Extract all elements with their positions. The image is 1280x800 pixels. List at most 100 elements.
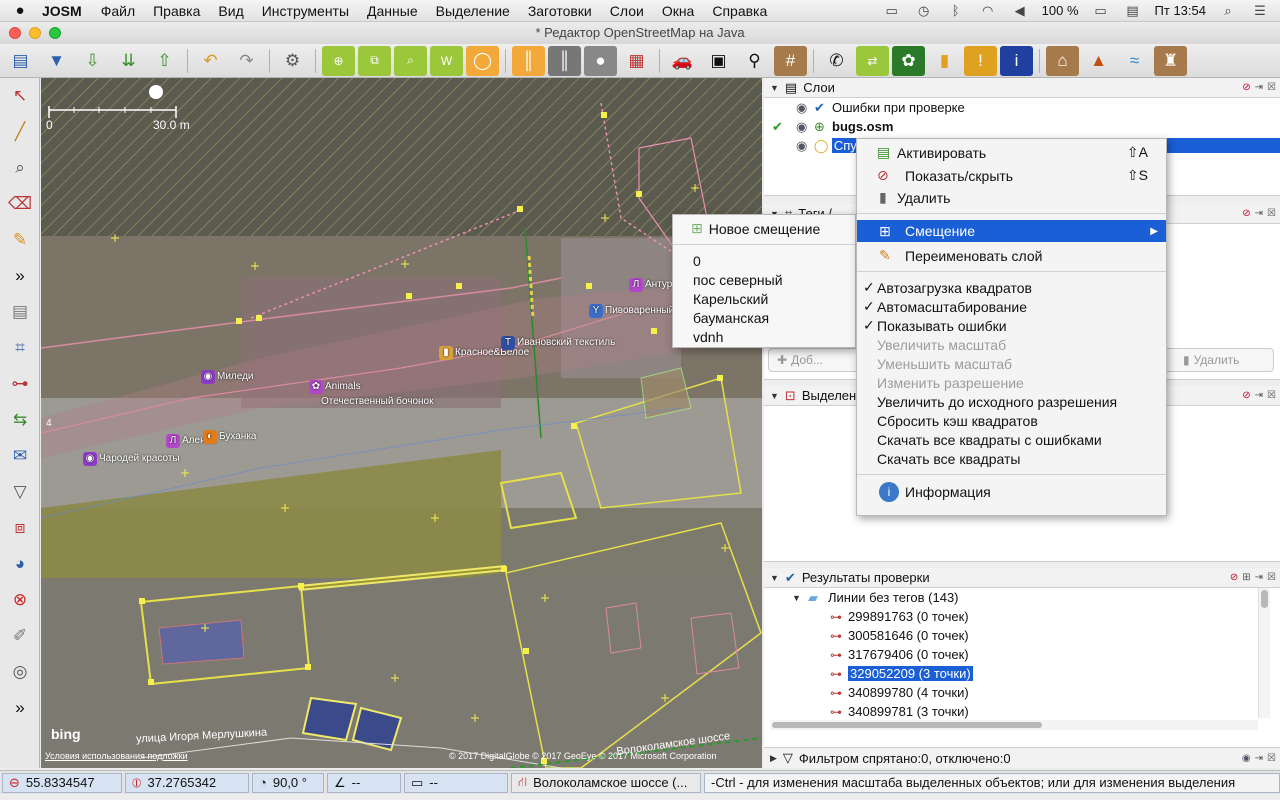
horizontal-scrollbar[interactable] [770,720,1258,730]
menu-item-show-hide[interactable]: ⊘ Показать/скрыть ⇧S [857,166,1166,185]
detach-panel-icon[interactable]: ⇥ [1255,208,1263,219]
traffic-icon[interactable]: ⇄ [856,45,889,76]
validation-item[interactable]: ⊶ 340899780 (4 точки) [764,683,1280,702]
menu-file[interactable]: Файл [92,3,144,19]
delete-tag-button[interactable]: ▮ Удалить [1164,348,1274,372]
poi-bochonok[interactable]: Отечественный бочонок [321,396,434,407]
download-icon[interactable]: ⇩ [76,46,109,76]
layer-row[interactable]: ◉ ✔ Ошибки при проверке [764,98,1280,117]
visibility-eye-icon[interactable]: ◉ [796,138,814,154]
open-icon[interactable]: ▤ [4,46,37,76]
display-icon[interactable]: ▭ [882,3,902,19]
menu-item-activate[interactable]: ▤ Активировать ⇧A [857,143,1166,162]
water-icon[interactable]: ≈ [1118,46,1151,76]
visibility-eye-icon[interactable]: ◉ [1242,753,1251,764]
upload-icon[interactable]: ⇧ [148,46,181,76]
expand-icon[interactable]: ▶ [770,753,777,764]
close-panel-icon[interactable]: ☒ [1267,208,1276,219]
highway-icon[interactable]: ║ [512,45,545,76]
menu-item-load-error-tiles[interactable]: Скачать все квадраты с ошибками [857,430,1166,449]
validation-item[interactable]: ⊶ 340899781 (3 точки) [764,702,1280,721]
collapse-icon[interactable]: ▼ [770,573,779,583]
distance-field[interactable]: ▭ -- [404,772,508,793]
validation-item[interactable]: ⊶ 317679406 (0 точек) [764,645,1280,664]
menu-item-delete[interactable]: ▮ Удалить [857,188,1166,207]
offset-item[interactable]: Карельский [673,289,855,308]
railway-icon[interactable]: ║ [548,45,581,76]
maximize-panel-icon[interactable]: ⊞ [1242,572,1250,583]
map-view[interactable]: 0 30.0 m 4 ◉ Миледи Л Аленка ◐ Буханка ◉ Чар… [41,78,762,768]
wifi-icon[interactable]: ◠ [978,3,998,19]
commands-icon[interactable]: ⇆ [2,402,38,438]
undo-icon[interactable]: ↶ [194,46,227,76]
apple-menu-icon[interactable]: ● [0,2,40,19]
menu-help[interactable]: Справка [703,3,776,19]
close-panel-icon[interactable]: ☒ [1267,572,1276,583]
close-panel-icon[interactable]: ☒ [1267,82,1276,93]
add-tag-button[interactable]: ✚ Доб... [768,348,864,372]
close-panel-icon[interactable]: ☒ [1267,753,1276,764]
marker-icon[interactable]: ⊗ [2,582,38,618]
close-window-button[interactable] [9,27,21,39]
offset-item[interactable]: пос северный [673,270,855,289]
menu-item-flush-cache[interactable]: Сбросить кэш квадратов [857,411,1166,430]
menu-item-show-errors[interactable]: ✓ Показывать ошибки [857,316,1166,335]
new-offset-item[interactable]: ⊞ Новое смещение [673,219,855,238]
validation-item[interactable]: ⊶ 300581646 (0 точек) [764,626,1280,645]
shopping-icon[interactable]: ▮ [928,46,961,76]
menu-data[interactable]: Данные [358,3,427,19]
bus-icon[interactable]: ▣ [702,46,735,76]
validation-panel-header[interactable]: ▼ ✔ Результаты проверки ⊘ ⊞ ⇥ ☒ [764,568,1280,588]
collapse-icon[interactable]: ▼ [770,83,779,93]
layers-panel-header[interactable]: ▼ ▤ Слои ⊘ ⇥ ☒ [764,78,1280,98]
pencil-tool-icon[interactable]: ✎ [2,222,38,258]
menu-tools[interactable]: Инструменты [253,3,358,19]
poi-bukhanka[interactable]: ◐ Буханка [203,430,256,444]
info-icon[interactable]: i [1000,45,1033,76]
tag-icon[interactable]: ⌗ [2,330,38,366]
menu-item-offset[interactable]: ⊞ Смещение ▶ [857,220,1166,242]
poi-charodey[interactable]: ◉ Чародей красоты [83,452,180,466]
validation-group[interactable]: ▼ ▰ Линии без тегов (143) [764,588,1280,607]
layer-list-icon[interactable]: ▤ [2,294,38,330]
download-area-icon[interactable]: ⇊ [112,46,145,76]
angle-field[interactable]: ∠ -- [327,772,401,793]
hide-panel-icon[interactable]: ⊘ [1242,390,1250,401]
zoom-tool-icon[interactable]: ⌕ [2,150,38,186]
detach-panel-icon[interactable]: ⇥ [1255,572,1263,583]
industry-icon[interactable]: ⌂ [1046,45,1079,76]
detach-panel-icon[interactable]: ⇥ [1255,753,1263,764]
filter-panel-header[interactable]: ▶ ▽ Фильтром спрятано:0, отключено:0 ◉ ⇥ ☒ [764,748,1280,768]
flag-icon[interactable]: ▤ [1123,3,1143,19]
zoom-icon[interactable]: ⌕ [394,45,427,76]
copy-icon[interactable]: ⧉ [358,45,391,76]
validation-item[interactable]: ⊶ 299891763 (0 точек) [764,607,1280,626]
minimize-window-button[interactable] [29,27,41,39]
expand-tools-icon[interactable]: » [2,690,38,726]
menu-layers[interactable]: Слои [601,3,653,19]
detach-panel-icon[interactable]: ⇥ [1255,390,1263,401]
hide-panel-icon[interactable]: ⊘ [1242,208,1250,219]
bing-terms-link[interactable]: Условия использования подложки [45,751,188,761]
menu-item-autozoom[interactable]: ✓ Автомасштабирование [857,297,1166,316]
power-icon[interactable]: ● [584,45,617,76]
scrollbar-thumb[interactable] [772,722,1042,728]
building-icon[interactable]: ▦ [620,46,653,76]
scrollbar-thumb[interactable] [1261,590,1268,608]
offset-item[interactable]: 0 [673,251,855,270]
wms-icon[interactable]: W [430,45,463,76]
menu-selection[interactable]: Выделение [427,3,519,19]
menu-item-load-all-tiles[interactable]: Скачать все квадраты [857,449,1166,468]
menu-view[interactable]: Вид [209,3,252,19]
menu-item-autoload-tiles[interactable]: ✓ Автозагрузка квадратов [857,278,1166,297]
redo-icon[interactable]: ↷ [230,46,263,76]
close-panel-icon[interactable]: ☒ [1267,390,1276,401]
rail-icon[interactable]: # [774,45,807,76]
select-all-icon[interactable]: ⊕ [322,45,355,76]
relation-icon[interactable]: ⊶ [2,366,38,402]
bicycle-icon[interactable]: ⚲ [738,46,771,76]
menu-item-info[interactable]: i Информация [857,481,1166,503]
hide-panel-icon[interactable]: ⊘ [1230,572,1238,583]
hide-panel-icon[interactable]: ⊘ [1242,82,1250,93]
poi-animals[interactable]: ✿ Animals [309,380,361,394]
